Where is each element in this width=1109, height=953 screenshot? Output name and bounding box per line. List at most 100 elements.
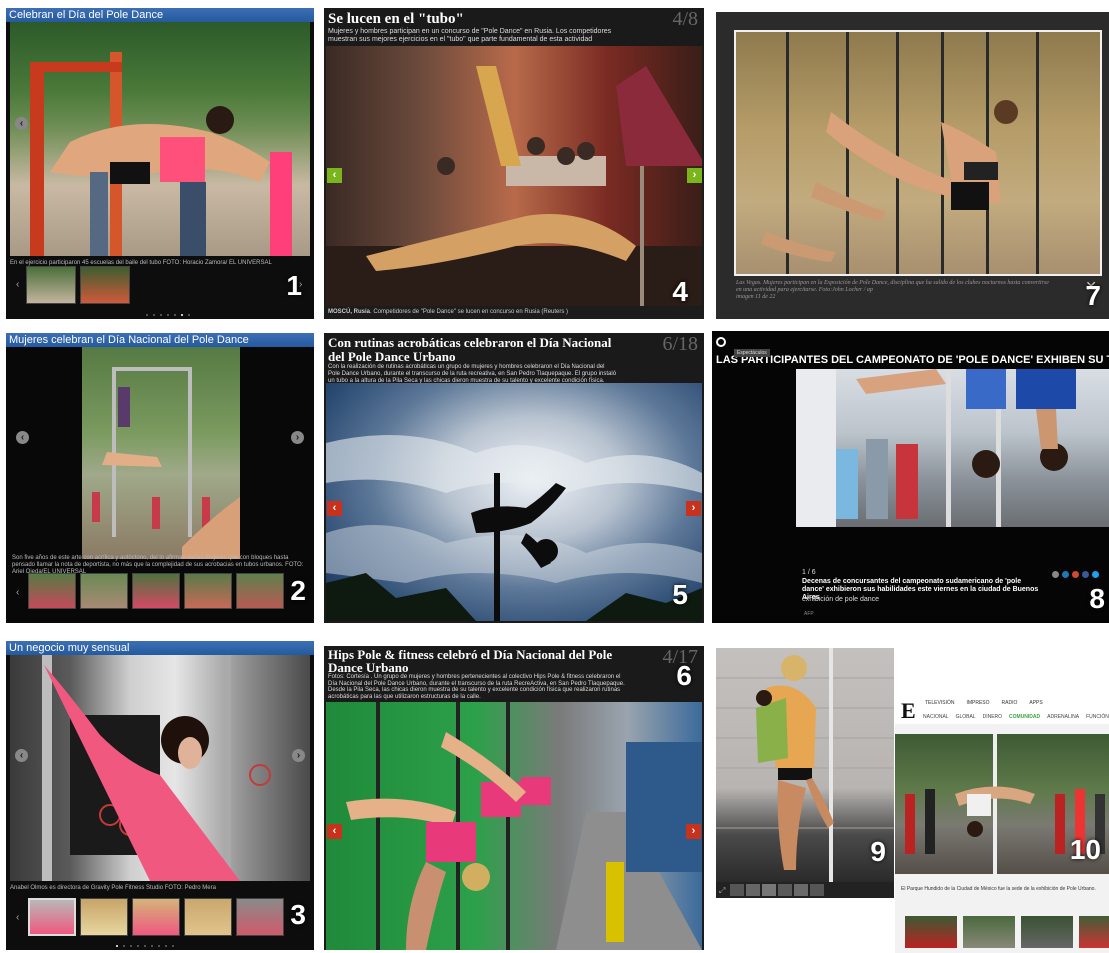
gallery-title: Mujeres celebran el Día Nacional del Pol… bbox=[6, 333, 314, 347]
nav-item-adrenalina[interactable]: ADRENALINA bbox=[1047, 714, 1079, 720]
panel-number: 8 bbox=[1089, 583, 1105, 614]
caption-place: MOSCÚ, Rusia bbox=[328, 309, 371, 315]
gallery-panel-7: Las Vegas. Mujeres participan en la Expo… bbox=[716, 12, 1109, 319]
next-arrow-icon[interactable]: › bbox=[686, 501, 701, 516]
gallery-photo[interactable] bbox=[796, 369, 1109, 527]
thumbnail[interactable] bbox=[236, 898, 284, 936]
gallery-photo[interactable] bbox=[82, 347, 240, 559]
gallery-title: Se lucen en el "tubo" bbox=[328, 11, 464, 27]
top-nav-item[interactable]: TELEVISIÓN bbox=[925, 700, 954, 706]
image-counter: 1 / 6 bbox=[802, 569, 816, 576]
thumbnail[interactable] bbox=[1079, 916, 1109, 948]
gallery-header: Hips Pole & fitness celebró el Día Nacio… bbox=[324, 646, 704, 702]
gallery-title: Hips Pole & fitness celebró el Día Nacio… bbox=[328, 647, 613, 675]
top-nav-item[interactable]: IMPRESO bbox=[966, 700, 989, 706]
thumbnail[interactable] bbox=[236, 573, 284, 609]
top-nav-item[interactable]: RADIO bbox=[1002, 700, 1018, 706]
photo-credit: AFP bbox=[804, 611, 814, 617]
gallery-header: Con rutinas acrobáticas celebraron el Dí… bbox=[324, 333, 704, 384]
next-arrow-icon[interactable]: › bbox=[686, 824, 701, 839]
photo-illustration bbox=[796, 369, 1076, 527]
photo-illustration bbox=[42, 655, 271, 881]
thumbnail[interactable] bbox=[28, 898, 76, 936]
next-arrow-icon[interactable]: › bbox=[291, 431, 304, 444]
gallery-photo[interactable] bbox=[716, 648, 894, 882]
nav-item-nacional[interactable]: NACIONAL bbox=[923, 714, 949, 720]
thumbnail[interactable] bbox=[132, 573, 180, 609]
thumbnail[interactable] bbox=[746, 884, 760, 896]
caption-text: Las Vegas. Mujeres participan en la Expo… bbox=[736, 280, 1049, 293]
thumbnail[interactable] bbox=[80, 266, 130, 304]
thumbnail[interactable] bbox=[80, 898, 128, 936]
gallery-panel-2: Mujeres celebran el Día Nacional del Pol… bbox=[6, 333, 314, 623]
image-counter: imagen 11 de 22 bbox=[736, 294, 776, 300]
prev-arrow-icon[interactable]: ‹ bbox=[15, 117, 28, 130]
prev-arrow-icon[interactable]: ‹ bbox=[16, 431, 29, 444]
facebook-share-icon[interactable] bbox=[1082, 571, 1089, 578]
thumbnail[interactable] bbox=[1021, 916, 1073, 948]
gallery-subtitle: Fotos: Cortesía . Un grupo de mujeres y … bbox=[328, 674, 625, 700]
googleplus-share-icon[interactable] bbox=[1072, 571, 1079, 578]
thumb-prev-icon[interactable]: ‹ bbox=[16, 912, 19, 923]
gallery-photo[interactable] bbox=[734, 30, 1102, 276]
panel-number: 6 bbox=[676, 660, 692, 691]
gallery-panel-9: ⤢ 9 bbox=[716, 648, 894, 898]
photo-illustration bbox=[716, 648, 894, 882]
email-share-icon[interactable] bbox=[1052, 571, 1059, 578]
expand-icon[interactable]: ⤢ bbox=[719, 886, 725, 896]
gallery-photo[interactable] bbox=[326, 46, 702, 306]
gallery-photo[interactable] bbox=[10, 655, 310, 881]
thumbnail[interactable] bbox=[26, 266, 76, 304]
thumbnail[interactable] bbox=[730, 884, 744, 896]
top-nav-item[interactable]: APPS bbox=[1029, 700, 1042, 706]
thumbnail[interactable] bbox=[28, 573, 76, 609]
photo-caption: Las Vegas. Mujeres participan en la Expo… bbox=[736, 280, 1056, 301]
panel-number: 5 bbox=[672, 579, 688, 610]
gallery-photo[interactable] bbox=[326, 383, 702, 621]
thumbnail[interactable] bbox=[184, 898, 232, 936]
prev-arrow-icon[interactable]: ‹ bbox=[15, 749, 28, 762]
next-arrow-icon[interactable]: › bbox=[687, 168, 702, 183]
thumbnail[interactable] bbox=[762, 884, 776, 896]
logo-ring-icon bbox=[716, 336, 726, 347]
thumbnail[interactable] bbox=[80, 573, 128, 609]
thumbnail-strip bbox=[26, 266, 130, 304]
photo-illustration bbox=[761, 32, 1039, 274]
thumbnail[interactable] bbox=[905, 916, 957, 948]
photo-subcaption: exhibición de pole dance bbox=[802, 596, 880, 603]
site-logo[interactable]: E bbox=[901, 698, 916, 724]
thumbnail[interactable] bbox=[778, 884, 792, 896]
thumbnail[interactable] bbox=[963, 916, 1015, 948]
nav-item-dinero[interactable]: DINERO bbox=[983, 714, 1002, 720]
twitter-share-icon[interactable] bbox=[1092, 571, 1099, 578]
nav-item-global[interactable]: GLOBAL bbox=[956, 714, 976, 720]
next-arrow-icon[interactable]: › bbox=[292, 749, 305, 762]
photo-caption: MOSCÚ, Rusia. Competidores de "Pole Danc… bbox=[328, 309, 698, 316]
prev-arrow-icon[interactable]: ‹ bbox=[327, 168, 342, 183]
section-tag[interactable]: Espectáculos bbox=[734, 349, 770, 357]
gallery-subtitle: Mujeres y hombres participan en un concu… bbox=[328, 28, 612, 43]
gallery-photo[interactable] bbox=[10, 22, 310, 256]
pagination-dots bbox=[116, 945, 174, 947]
top-nav: TELEVISIÓN IMPRESO RADIO APPS bbox=[925, 700, 1043, 706]
gallery-header: Se lucen en el "tubo" Mujeres y hombres … bbox=[324, 8, 704, 46]
thumbnail[interactable] bbox=[794, 884, 808, 896]
thumbnail[interactable] bbox=[184, 573, 232, 609]
gallery-title: Con rutinas acrobáticas celebraron el Dí… bbox=[328, 335, 612, 364]
gallery-panel-6: Hips Pole & fitness celebró el Día Nacio… bbox=[324, 646, 704, 950]
gallery-photo[interactable] bbox=[326, 702, 702, 950]
thumb-prev-icon[interactable]: ‹ bbox=[16, 279, 19, 290]
thumbnail[interactable] bbox=[132, 898, 180, 936]
gallery-panel-10: E TELEVISIÓN IMPRESO RADIO APPS NACIONAL… bbox=[895, 694, 1109, 953]
pagination-dots bbox=[146, 314, 190, 316]
thumbnail[interactable] bbox=[810, 884, 824, 896]
panel-number: 3 bbox=[290, 899, 306, 930]
thumb-prev-icon[interactable]: ‹ bbox=[16, 587, 19, 598]
photo-illustration bbox=[346, 702, 702, 950]
linkedin-share-icon[interactable] bbox=[1062, 571, 1069, 578]
nav-item-comunidad[interactable]: COMUNIDAD bbox=[1009, 714, 1040, 720]
panel-number: 2 bbox=[290, 575, 306, 606]
prev-arrow-icon[interactable]: ‹ bbox=[327, 501, 342, 516]
prev-arrow-icon[interactable]: ‹ bbox=[327, 824, 342, 839]
nav-item-funcion[interactable]: FUNCIÓN bbox=[1086, 714, 1109, 720]
